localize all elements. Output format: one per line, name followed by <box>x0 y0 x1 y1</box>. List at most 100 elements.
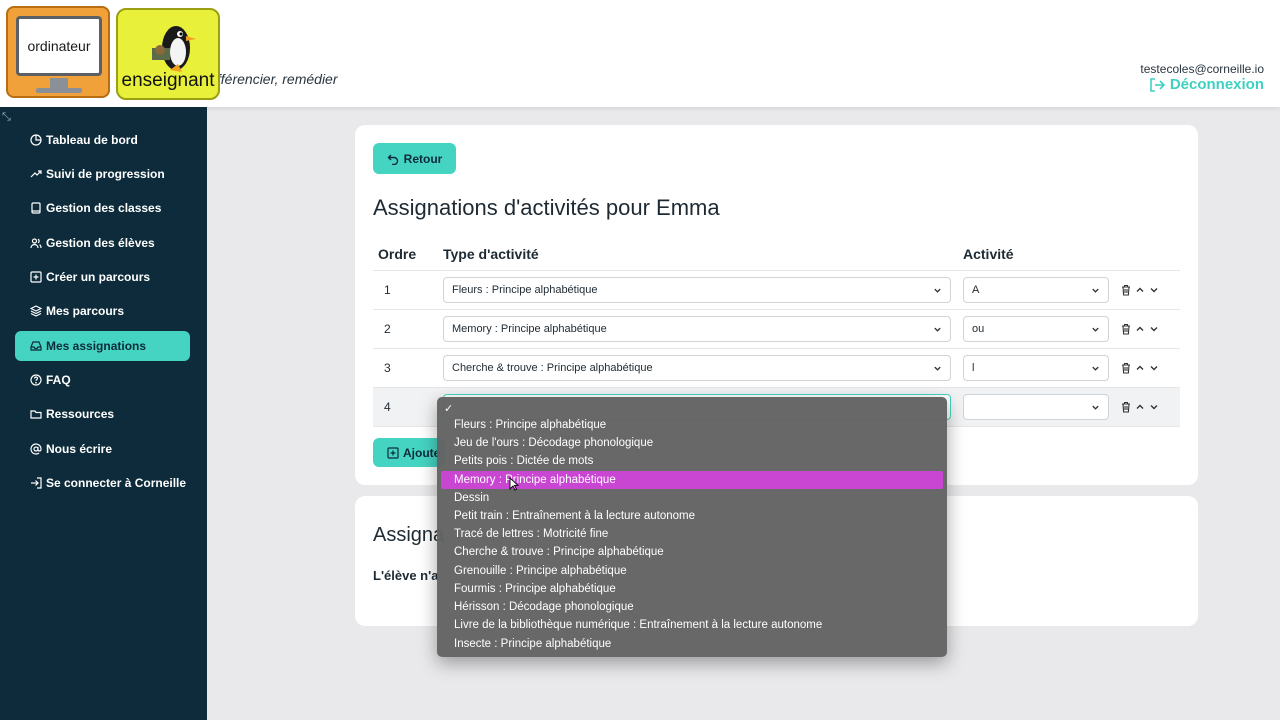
activity-type-dropdown[interactable]: ✓ Fleurs : Principe alphabétique Jeu de … <box>437 397 947 657</box>
dropdown-option[interactable]: Livre de la bibliothèque numérique : Ent… <box>441 616 943 634</box>
plus-square-icon <box>30 271 42 283</box>
dropdown-option[interactable]: Tracé de lettres : Motricité fine <box>441 525 943 543</box>
sidebar-item-contact[interactable]: Nous écrire <box>15 434 190 464</box>
dropdown-option[interactable]: Fleurs : Principe alphabétique <box>441 416 943 434</box>
chevron-down-icon <box>934 366 941 371</box>
dropdown-option[interactable]: Petit train : Entraînement à la lecture … <box>441 507 943 525</box>
row-actions <box>1120 284 1160 296</box>
monitor-base-icon <box>36 88 82 93</box>
chevron-down-icon <box>1092 288 1099 293</box>
table-row: 3 Cherche & trouve : Principe alphabétiq… <box>373 349 1180 387</box>
activity-type-select[interactable]: Fleurs : Principe alphabétique <box>443 277 951 303</box>
add-activity-button[interactable]: Ajoute <box>373 438 445 467</box>
page-title: Assignations d'activités pour Emma <box>373 195 720 220</box>
app-tagline: différencier, remédier <box>206 71 338 87</box>
pie-chart-icon <box>30 134 42 146</box>
log-in-icon <box>31 477 42 489</box>
chevron-down-icon <box>934 327 941 332</box>
activity-select[interactable] <box>963 394 1109 420</box>
trash-icon[interactable] <box>1120 362 1132 374</box>
sidebar-item-my-paths[interactable]: Mes parcours <box>15 296 190 326</box>
logout-button[interactable]: Déconnexion <box>1149 76 1264 93</box>
users-icon <box>30 238 42 249</box>
section-title: Assigna <box>373 524 445 546</box>
mouse-pointer-icon <box>509 477 519 491</box>
collapse-sidebar-icon[interactable]: ⤡ <box>2 111 14 123</box>
trash-icon[interactable] <box>1120 323 1132 335</box>
sidebar-item-create-path[interactable]: Créer un parcours <box>15 262 190 292</box>
teacher-badge: enseignant <box>116 8 220 100</box>
trash-icon[interactable] <box>1120 401 1132 413</box>
trending-up-icon <box>30 170 42 178</box>
select-value: l <box>972 362 975 374</box>
empty-state-text: L'élève n'a <box>373 568 439 583</box>
row-actions <box>1120 362 1160 374</box>
logout-label: Déconnexion <box>1169 76 1264 93</box>
sidebar-item-label: Suivi de progression <box>46 167 165 181</box>
row-order: 3 <box>384 361 391 375</box>
row-actions <box>1120 323 1160 335</box>
user-email: testecoles@corneille.io <box>1140 62 1264 76</box>
sidebar-item-connect[interactable]: Se connecter à Corneille <box>15 468 190 498</box>
column-header-type: Type d'activité <box>443 246 539 262</box>
dropdown-option[interactable]: Dessin <box>441 489 943 507</box>
book-icon <box>31 202 41 214</box>
at-sign-icon <box>30 443 42 455</box>
row-order: 1 <box>384 283 391 297</box>
sidebar-item-faq[interactable]: FAQ <box>15 365 190 395</box>
dropdown-option[interactable]: Insecte : Principe alphabétique <box>441 635 943 653</box>
chevron-down-icon[interactable] <box>1148 323 1160 335</box>
teacher-badge-label: enseignant <box>121 70 215 91</box>
inbox-icon <box>30 341 42 351</box>
sidebar-item-label: Gestion des classes <box>46 201 162 215</box>
dropdown-option[interactable]: Hérisson : Décodage phonologique <box>441 598 943 616</box>
undo-arrow-icon <box>387 154 398 165</box>
sidebar-item-classes[interactable]: Gestion des classes <box>15 193 190 223</box>
select-value: Cherche & trouve : Principe alphabétique <box>452 362 653 374</box>
dropdown-option[interactable]: Grenouille : Principe alphabétique <box>441 562 943 580</box>
add-label: Ajoute <box>403 445 441 460</box>
chevron-up-icon[interactable] <box>1134 401 1146 413</box>
chevron-down-icon <box>1092 405 1099 410</box>
column-header-order: Ordre <box>378 246 417 262</box>
activity-select[interactable]: l <box>963 355 1109 381</box>
chevron-down-icon <box>934 288 941 293</box>
chevron-down-icon[interactable] <box>1148 362 1160 374</box>
row-order: 2 <box>384 322 391 336</box>
select-value: A <box>972 284 980 296</box>
sidebar-item-label: Mes parcours <box>46 304 125 318</box>
chevron-down-icon <box>1092 366 1099 371</box>
select-value: Fleurs : Principe alphabétique <box>452 284 598 296</box>
row-order: 4 <box>384 400 391 414</box>
chevron-up-icon[interactable] <box>1134 284 1146 296</box>
chevron-up-icon[interactable] <box>1134 362 1146 374</box>
trash-icon[interactable] <box>1120 284 1132 296</box>
chevron-up-icon[interactable] <box>1134 323 1146 335</box>
sidebar-item-label: Se connecter à Corneille <box>46 476 187 490</box>
folder-icon <box>30 410 42 419</box>
chevron-down-icon[interactable] <box>1148 284 1160 296</box>
sidebar: ⤡ Tableau de bord Suivi de progression G… <box>0 107 207 720</box>
back-button[interactable]: Retour <box>373 143 456 174</box>
penguin-teacher-icon <box>152 26 196 72</box>
sidebar-item-dashboard[interactable]: Tableau de bord <box>15 125 190 155</box>
sidebar-item-label: Mes assignations <box>46 339 147 353</box>
select-value: Memory : Principe alphabétique <box>452 323 607 335</box>
activity-type-select[interactable]: Cherche & trouve : Principe alphabétique <box>443 355 951 381</box>
column-header-activity: Activité <box>963 246 1014 262</box>
chevron-down-icon <box>1092 327 1099 332</box>
activity-type-select[interactable]: Memory : Principe alphabétique <box>443 316 951 342</box>
dropdown-option[interactable]: Fourmis : Principe alphabétique <box>441 580 943 598</box>
dropdown-option[interactable]: Cherche & trouve : Principe alphabétique <box>441 543 943 561</box>
sidebar-item-students[interactable]: Gestion des élèves <box>15 228 190 258</box>
sidebar-item-my-assignments[interactable]: Mes assignations <box>15 331 190 361</box>
activity-select[interactable]: ou <box>963 316 1109 342</box>
sidebar-item-progress[interactable]: Suivi de progression <box>15 159 190 189</box>
chevron-down-icon[interactable] <box>1148 401 1160 413</box>
row-actions <box>1120 401 1160 413</box>
sidebar-item-resources[interactable]: Ressources <box>15 399 190 429</box>
dropdown-option[interactable]: Petits pois : Dictée de mots <box>441 452 943 470</box>
sidebar-item-label: Ressources <box>46 407 115 421</box>
activity-select[interactable]: A <box>963 277 1109 303</box>
dropdown-option[interactable]: Jeu de l'ours : Décodage phonologique <box>441 434 943 452</box>
